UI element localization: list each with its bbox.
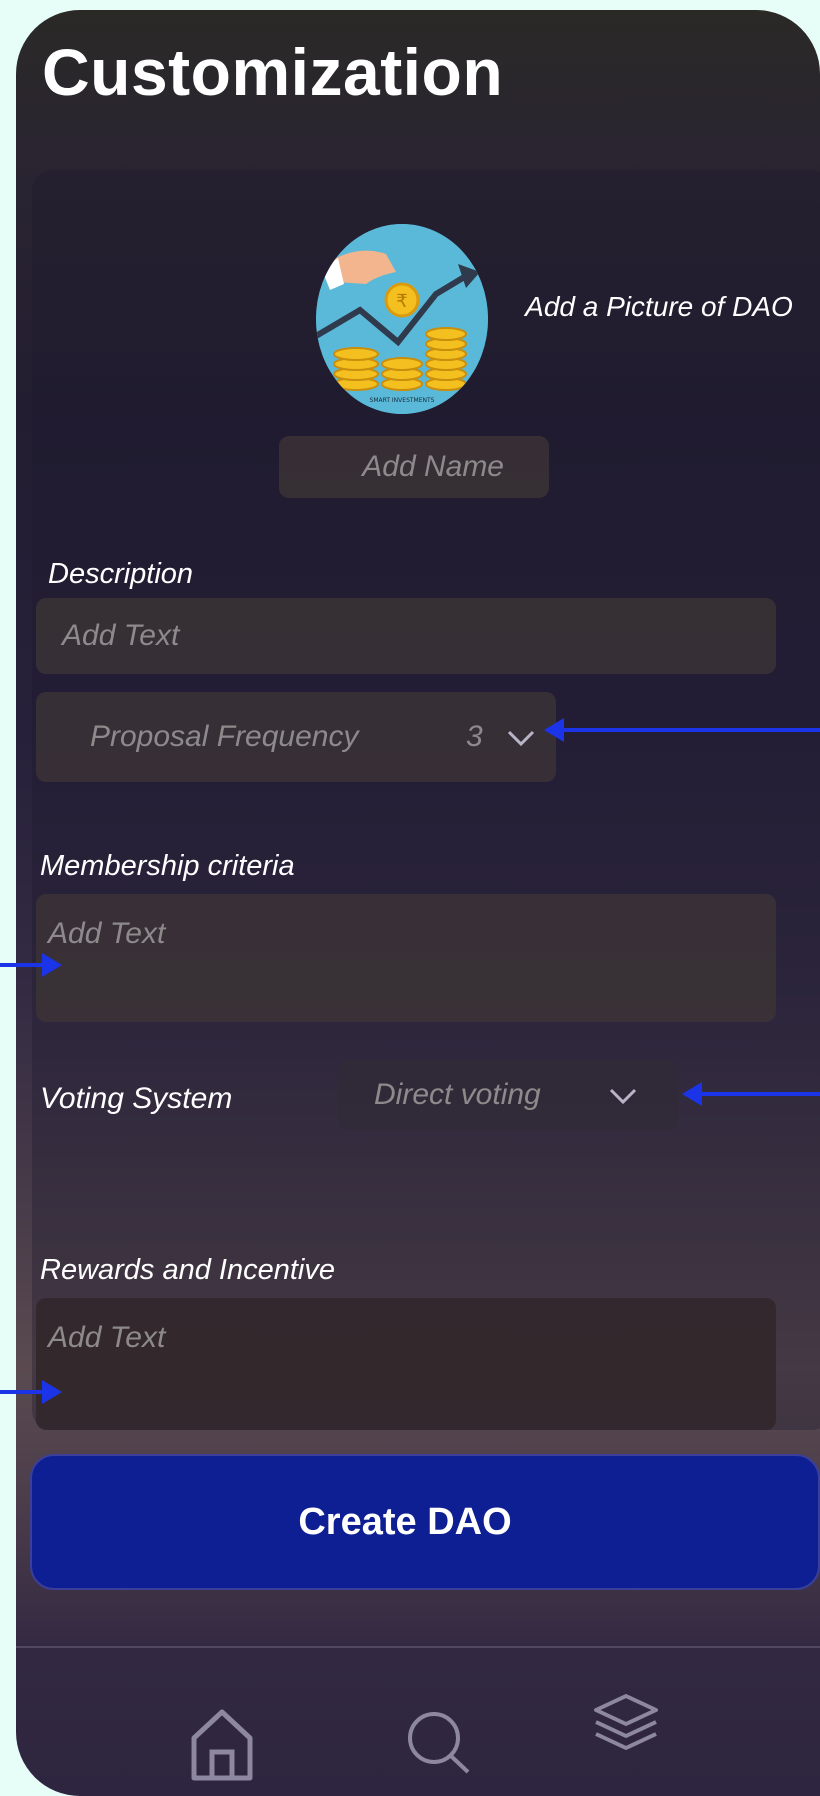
proposal-frequency-value: 3 <box>466 720 483 753</box>
rewards-incentive-input[interactable]: Add Text <box>36 1298 776 1430</box>
annotation-arrow-right <box>0 1380 62 1404</box>
home-icon[interactable] <box>188 1706 256 1782</box>
annotation-arrow-left <box>682 1082 820 1106</box>
membership-criteria-input[interactable]: Add Text <box>36 894 776 1022</box>
chevron-down-icon[interactable] <box>608 1086 638 1106</box>
layers-icon[interactable] <box>590 1690 662 1760</box>
voting-system-value: Direct voting <box>374 1078 541 1111</box>
description-input[interactable]: Add Text <box>36 598 776 674</box>
search-icon[interactable] <box>402 1706 474 1778</box>
rewards-incentive-label: Rewards and Incentive <box>40 1254 335 1286</box>
proposal-frequency-select[interactable]: Proposal Frequency 3 <box>36 692 556 782</box>
proposal-frequency-label: Proposal Frequency <box>90 720 359 753</box>
svg-text:₹: ₹ <box>396 291 407 312</box>
membership-criteria-label: Membership criteria <box>40 850 295 882</box>
annotation-arrow-left <box>544 718 820 742</box>
voting-system-label: Voting System <box>40 1082 233 1115</box>
svg-text:SMART INVESTMENTS: SMART INVESTMENTS <box>370 397 435 404</box>
annotation-arrow-right <box>0 953 62 977</box>
dao-name-input[interactable]: Add Name <box>279 436 549 498</box>
page-title: Customization <box>42 35 504 109</box>
create-dao-button[interactable]: Create DAO <box>30 1454 820 1590</box>
voting-system-select[interactable]: Direct voting <box>338 1060 678 1130</box>
app-screen: Customization ₹ SMART INVESTMENTS Add a … <box>16 10 820 1796</box>
add-picture-label: Add a Picture of DAO <box>525 291 793 322</box>
chevron-down-icon[interactable] <box>506 728 536 748</box>
dao-picture-upload[interactable]: ₹ SMART INVESTMENTS <box>316 224 488 414</box>
description-label: Description <box>48 558 194 590</box>
nav-divider <box>16 1646 820 1648</box>
coins-growth-illustration: ₹ SMART INVESTMENTS <box>316 224 488 414</box>
